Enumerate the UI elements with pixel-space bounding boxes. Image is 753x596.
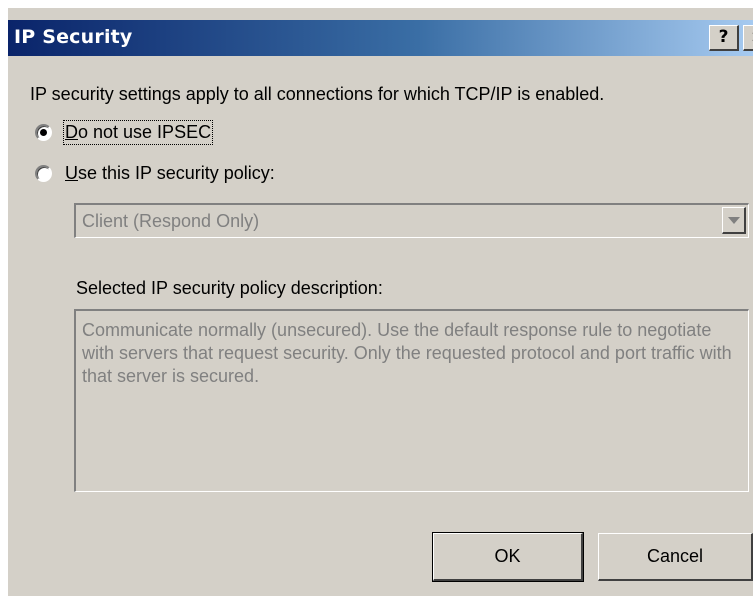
- close-button[interactable]: ×: [743, 25, 753, 51]
- cancel-button[interactable]: Cancel: [598, 533, 753, 581]
- title-bar[interactable]: IP Security ? ×: [8, 20, 753, 56]
- ok-button[interactable]: OK: [432, 532, 584, 582]
- radio-label-do-not-use-ipsec[interactable]: Do not use IPSEC: [62, 120, 214, 145]
- radio-dot: [40, 129, 47, 136]
- description-label: Selected IP security policy description:: [76, 278, 383, 298]
- radio-button-selected[interactable]: [35, 124, 52, 141]
- description-box: Communicate normally (unsecured). Use th…: [74, 309, 749, 492]
- intro-text: IP security settings apply to all connec…: [30, 84, 605, 104]
- radio-do-not-use-ipsec[interactable]: Do not use IPSEC: [35, 120, 214, 145]
- dialog-title: IP Security: [14, 26, 133, 48]
- policy-select-dropdown-button[interactable]: [722, 207, 746, 234]
- policy-select[interactable]: Client (Respond Only): [74, 203, 749, 238]
- policy-select-value: Client (Respond Only): [82, 211, 260, 231]
- ip-security-dialog: IP Security ? × IP security settings app…: [8, 8, 753, 596]
- help-button[interactable]: ?: [709, 25, 739, 51]
- description-text: Communicate normally (unsecured). Use th…: [82, 320, 732, 386]
- chevron-down-icon: [728, 217, 740, 224]
- radio-use-this-policy[interactable]: Use this IP security policy:: [35, 163, 275, 184]
- help-icon: ?: [718, 27, 729, 47]
- radio-label-use-this-policy[interactable]: Use this IP security policy:: [65, 163, 275, 184]
- radio-button-unselected[interactable]: [35, 165, 52, 182]
